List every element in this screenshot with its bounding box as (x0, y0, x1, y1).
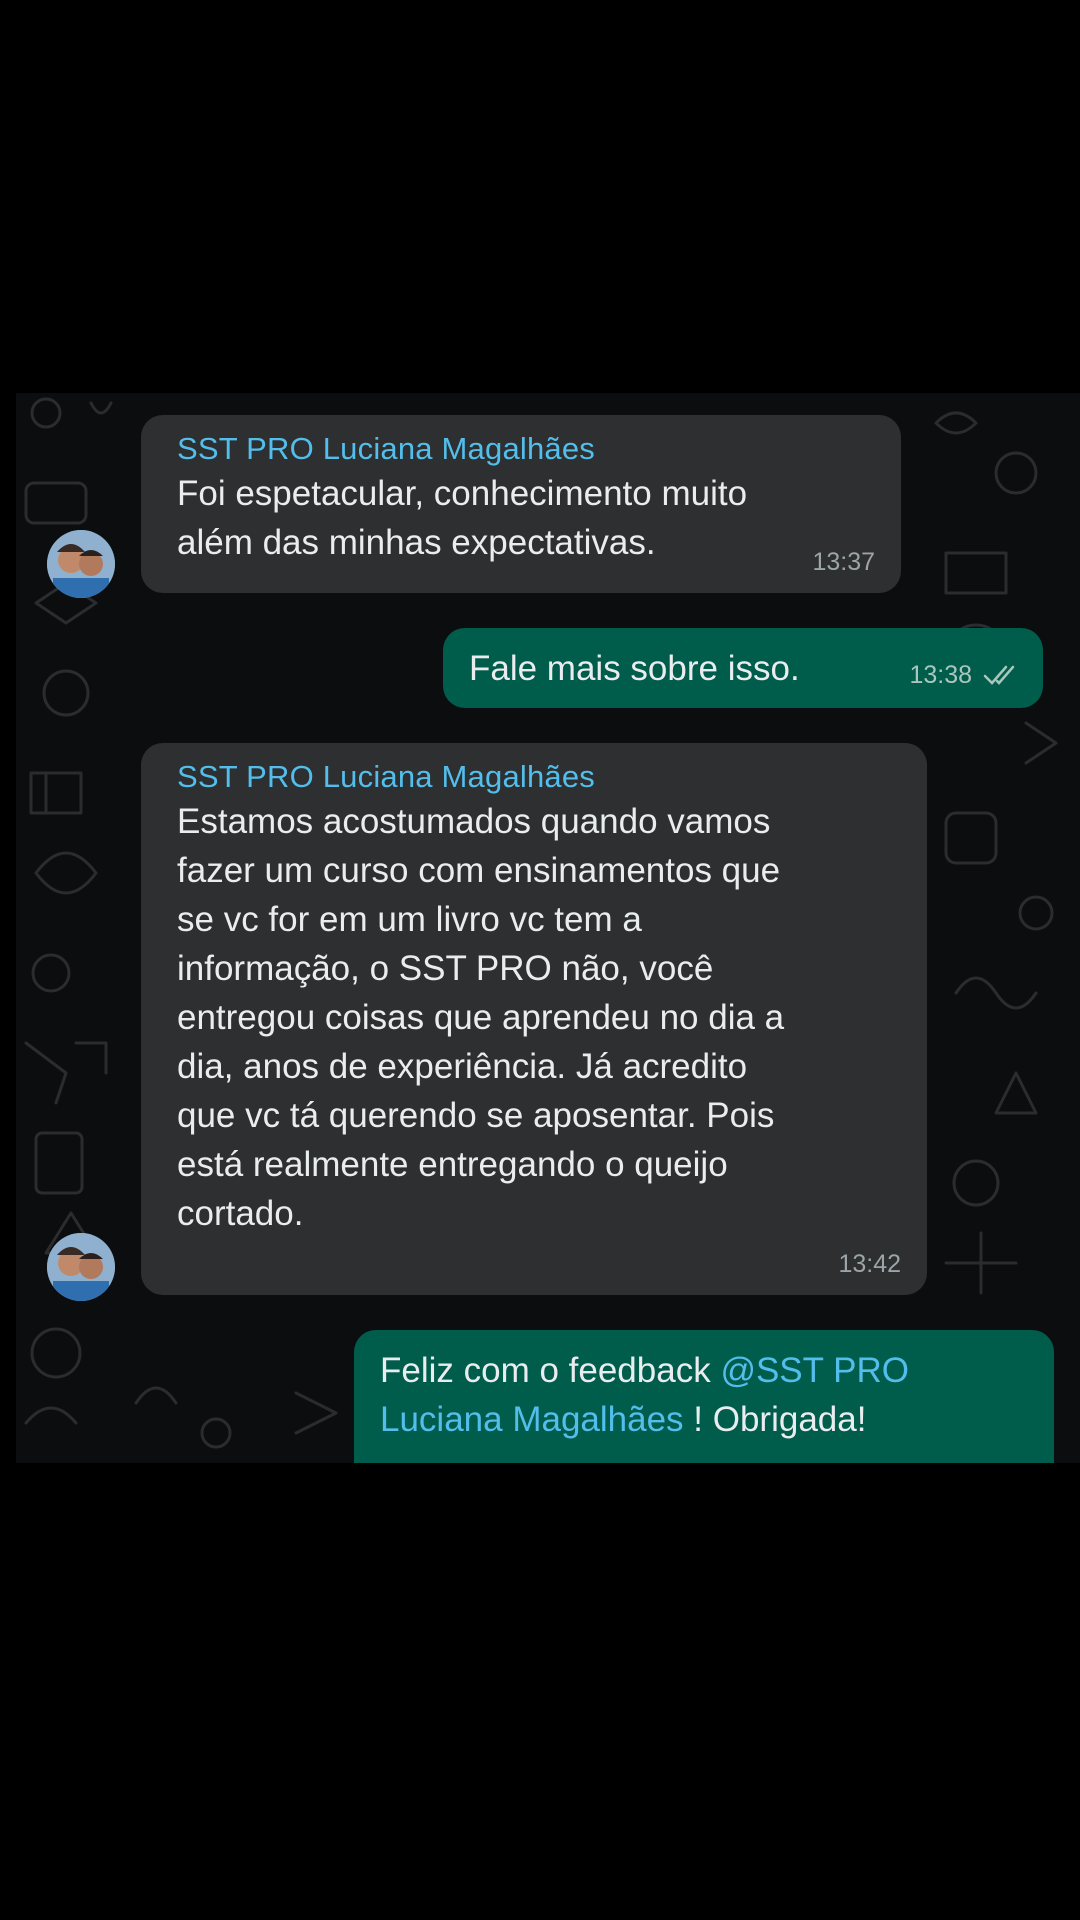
incoming-message-bubble[interactable]: SST PRO Luciana Magalhães Estamos acostu… (141, 743, 927, 1295)
message-text-line: informação, o SST PRO não, você (177, 949, 714, 988)
message-time: 13:37 (812, 548, 875, 576)
message-text-line: fazer um curso com ensinamentos que (177, 851, 781, 890)
outgoing-message-bubble[interactable]: Feliz com o feedback @SST PRO Luciana Ma… (354, 1330, 1054, 1463)
message-time: 13:42 (838, 1250, 901, 1278)
message-text-line: cortado. (177, 1194, 304, 1233)
message-text-line: dia, anos de experiência. Já acredito (177, 1047, 748, 1086)
chat-view[interactable]: SST PRO Luciana Magalhães Foi espetacula… (16, 393, 1080, 1463)
outgoing-message-bubble[interactable]: Fale mais sobre isso. 13:38 (443, 628, 1043, 708)
message-text-line: que vc tá querendo se aposentar. Pois (177, 1096, 775, 1135)
message-text-line: entregou coisas que aprendeu no dia a (177, 998, 785, 1037)
message-text-line: além das minhas expectativas. (177, 523, 656, 562)
message-text: Feliz com o feedback (380, 1351, 721, 1390)
message-text-line: Feliz com o feedback @SST PRO (380, 1346, 1030, 1395)
message-text-line: Estamos acostumados quando vamos (177, 802, 771, 841)
avatar-photo-icon (47, 1233, 115, 1301)
sender-name[interactable]: SST PRO Luciana Magalhães (177, 429, 877, 469)
double-check-icon (983, 665, 1015, 685)
message-text-line: Luciana Magalhães ! Obrigada! (380, 1395, 1030, 1444)
mention-link[interactable]: @SST PRO (720, 1351, 909, 1390)
avatar-photo-icon (47, 530, 115, 598)
mention-link[interactable]: Luciana Magalhães (380, 1400, 684, 1439)
avatar[interactable] (47, 1233, 115, 1301)
message-time: 13:38 (909, 660, 1019, 690)
sender-name[interactable]: SST PRO Luciana Magalhães (177, 757, 903, 797)
avatar[interactable] (47, 530, 115, 598)
message-text: ! Obrigada! (683, 1400, 867, 1439)
message-time-text: 13:38 (909, 661, 973, 689)
incoming-message-bubble[interactable]: SST PRO Luciana Magalhães Foi espetacula… (141, 415, 901, 593)
message-text-line: está realmente entregando o queijo (177, 1145, 728, 1184)
message-text-line: se vc for em um livro vc tem a (177, 900, 642, 939)
message-text-line: Foi espetacular, conhecimento muito (177, 474, 748, 513)
